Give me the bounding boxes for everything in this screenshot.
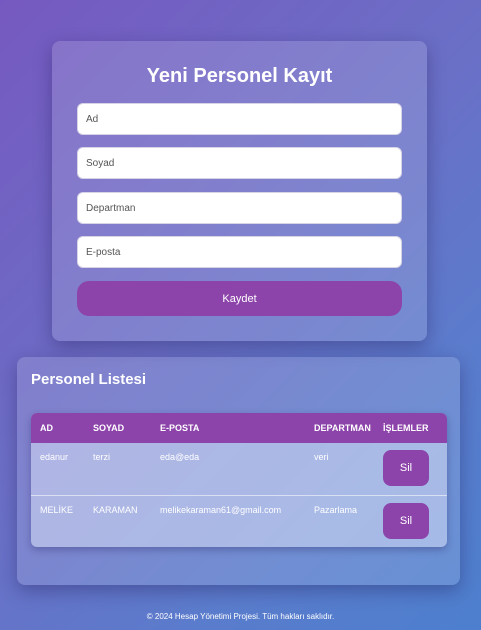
employee-table: AD SOYAD E-POSTA DEPARTMAN İŞLEMLER edan…	[31, 413, 447, 547]
email-input[interactable]	[77, 236, 402, 268]
cell-email: melikekaraman61@gmail.com	[151, 494, 305, 547]
cell-first-name: MELİKE	[31, 494, 84, 547]
column-header-first-name: AD	[31, 413, 84, 443]
cell-department: Pazarlama	[305, 494, 383, 547]
cell-email: eda@eda	[160, 452, 200, 462]
cell-first-name: edanur	[40, 452, 69, 462]
save-button[interactable]: Kaydet	[77, 281, 402, 316]
column-header-last-name: SOYAD	[84, 413, 151, 443]
column-header-email: E-POSTA	[151, 413, 305, 443]
employee-list-card: Personel Listesi AD SOYAD E-POSTA DEPART…	[17, 357, 460, 585]
first-name-input[interactable]	[77, 103, 402, 135]
table-header-row: AD SOYAD E-POSTA DEPARTMAN İŞLEMLER	[31, 413, 447, 443]
delete-button[interactable]: Sil	[383, 450, 429, 486]
column-header-actions: İŞLEMLER	[383, 413, 447, 443]
new-employee-form-card: Yeni Personel Kayıt Kaydet	[52, 41, 427, 341]
footer-copyright: © 2024 Hesap Yönetimi Projesi. Tüm hakla…	[146, 612, 335, 621]
employee-table-container: AD SOYAD E-POSTA DEPARTMAN İŞLEMLER edan…	[31, 413, 447, 547]
delete-button[interactable]: Sil	[383, 502, 429, 539]
cell-department: veri	[314, 452, 329, 462]
form-title: Yeni Personel Kayıt	[146, 65, 333, 87]
table-row: MELİKE KARAMAN melikekaraman61@gmail.com…	[31, 494, 447, 547]
column-header-department: DEPARTMAN	[305, 413, 383, 443]
cell-actions: Sil	[383, 443, 447, 495]
department-input[interactable]	[77, 192, 402, 224]
cell-last-name: KARAMAN	[84, 494, 151, 547]
table-row: edanur terzi eda@eda veri Sil	[31, 443, 447, 495]
cell-last-name: terzi	[93, 452, 111, 462]
last-name-input[interactable]	[77, 147, 402, 179]
list-title: Personel Listesi	[31, 371, 147, 388]
cell-actions: Sil	[383, 494, 447, 547]
